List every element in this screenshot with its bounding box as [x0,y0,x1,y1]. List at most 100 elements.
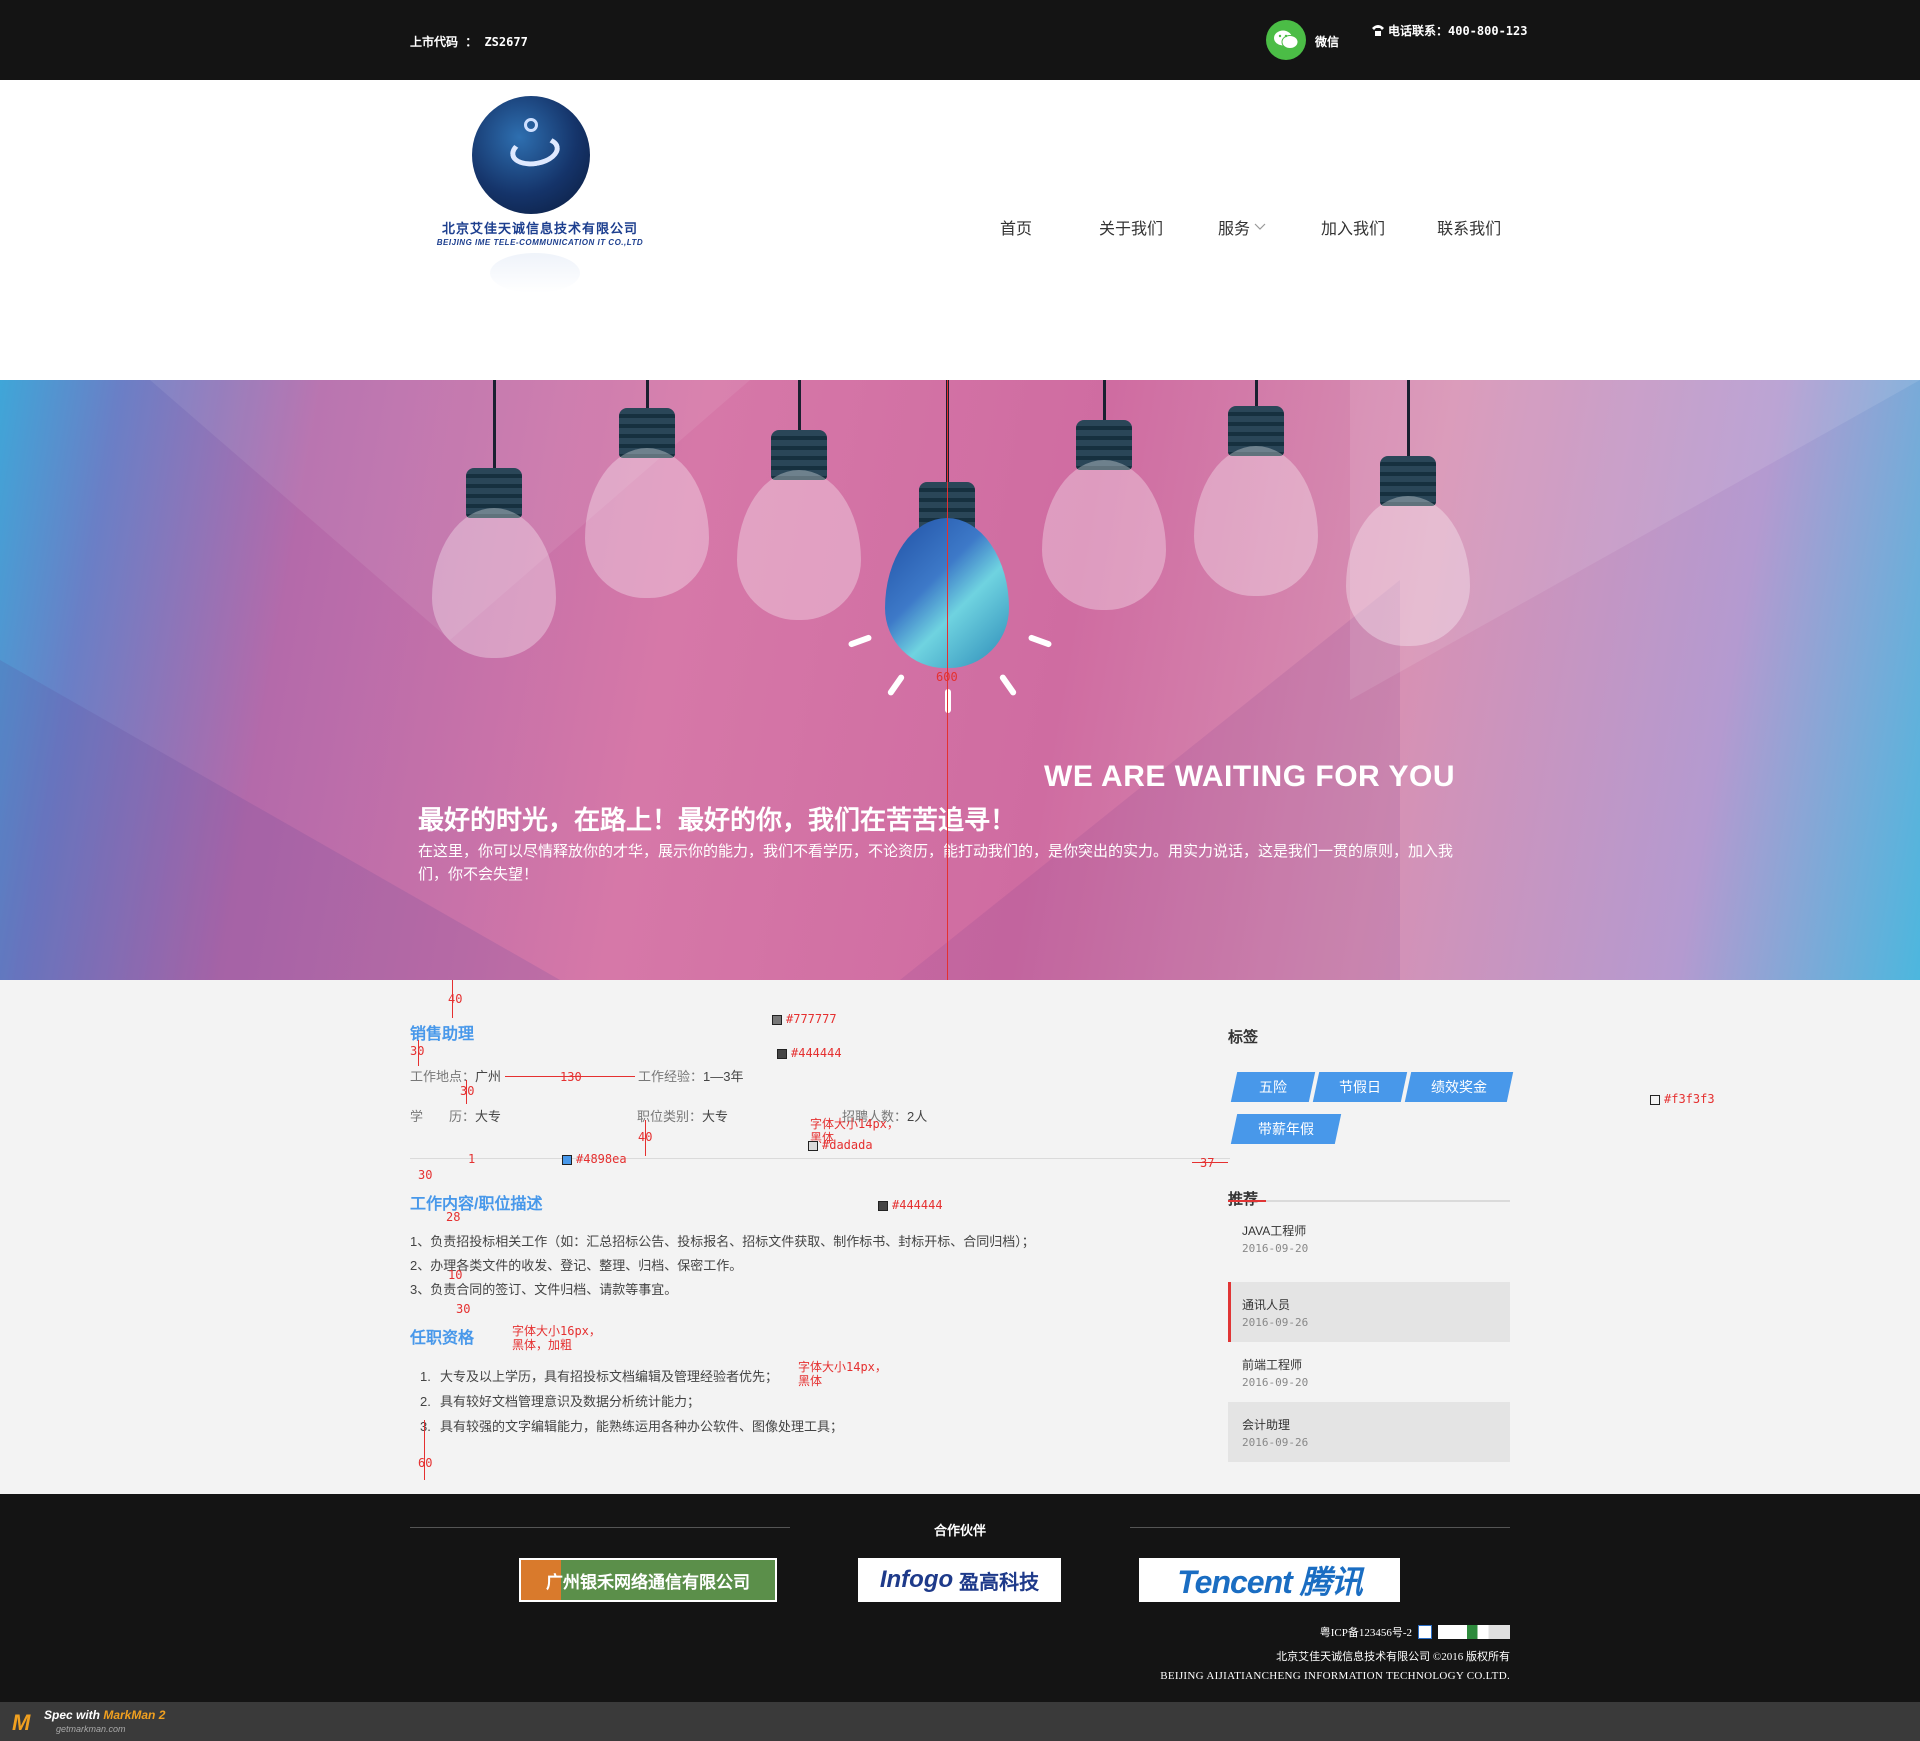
nav-about[interactable]: 关于我们 [1099,215,1163,239]
markman-bar: M Spec with MarkMan 2 getmarkman.com [0,1702,1920,1741]
bulb-icon [1042,380,1166,630]
nav-services[interactable]: 服务 [1218,215,1266,239]
partners-title: 合作伙伴 [933,1523,986,1538]
tag[interactable]: 绩效奖金 [1404,1072,1514,1102]
nav-contact[interactable]: 联系我们 [1437,215,1501,239]
partner-logo[interactable]: Tencent 腾讯 [1139,1558,1400,1602]
partner-logo[interactable]: 广州银禾网络通信有限公司 [519,1558,777,1602]
requirement-item: 3. 具有较强的文字编辑能力，能熟练运用各种办公软件、图像处理工具； [420,1419,844,1434]
tag[interactable]: 节假日 [1312,1072,1408,1102]
light-ray [945,689,951,713]
measure-label: 28 [446,1210,461,1224]
measure-label: 30 [410,1044,425,1058]
color-note: #777777 [772,1012,837,1026]
education-label: 学 历： [410,1109,476,1124]
recommend-item[interactable]: JAVA工程师 2016-09-20 [1228,1208,1510,1268]
duty-item: 2、办理各类文件的收发、登记、整理、归档、保密工作。 [410,1258,743,1273]
footer: 合作伙伴 广州银禾网络通信有限公司 Infogo 盈高科技 Tencent 腾讯 … [0,1494,1920,1702]
nav-services-label: 服务 [1218,221,1251,238]
wechat-label[interactable]: 微信 [1315,33,1339,50]
font-note: 字体大小16px， 黑体，加粗 [512,1324,601,1352]
light-ray [847,634,873,648]
requirement-item: 2. 具有较好文档管理意识及数据分析统计能力； [420,1394,701,1409]
banner-title: 最好的时光，在路上！最好的你，我们在苦苦追寻！ [418,805,1017,835]
color-note: #444444 [878,1198,943,1212]
section-divider [410,1158,1230,1159]
education-value: 大专 [475,1109,502,1124]
tag-label: 带薪年假 [1258,1121,1314,1137]
nav-join[interactable]: 加入我们 [1321,215,1385,239]
hero-banner: WE ARE WAITING FOR YOU 最好的时光，在路上！最好的你，我们… [0,380,1920,980]
bulb-icon [585,380,709,610]
bulb-icon [432,380,556,660]
header: 北京艾佳天诚信息技术有限公司 BEIJING IME TELE-COMMUNIC… [0,80,1920,380]
tag-label: 五险 [1259,1079,1287,1095]
nav-join-label: 加入我们 [1321,221,1386,238]
phone-text: 电话联系：400-800-123 [1388,24,1528,38]
job-experience-row: 工作经验：1—3年 [638,1066,743,1085]
phone-icon [1372,24,1384,36]
logo-globe [472,96,590,214]
nav-home-label: 首页 [1000,221,1033,238]
headcount-value: 2人 [907,1109,928,1124]
job-category-row: 职位类别：大专 [637,1106,728,1125]
requirements-title: 任职资格 [410,1330,475,1347]
color-note: #dadada [808,1138,873,1152]
nav-contact-label: 联系我们 [1437,221,1502,238]
measure-label: 40 [448,992,463,1006]
markman-url[interactable]: getmarkman.com [56,1724,126,1734]
recommend-item-title: 会计助理 [1242,1418,1291,1432]
requirement-item: 1. 大专及以上学历，具有招投标文档编辑及管理经验者优先； [420,1369,779,1384]
recommend-item-date: 2016-09-20 [1242,1376,1309,1389]
color-note: #f3f3f3 [1650,1092,1715,1106]
duties-list: 1、负责招投标相关工作（如：汇总招标公告、投标报名、招标文件获取、制作标书、封标… [410,1230,1035,1302]
job-desc-title: 工作内容/职位描述 [410,1196,543,1213]
recommend-item-date: 2016-09-20 [1242,1242,1309,1255]
recommend-item-title: 前端工程师 [1242,1358,1303,1372]
tag[interactable]: 五险 [1230,1072,1316,1102]
logo-name-cn: 北京艾佳天诚信息技术有限公司 [441,221,638,236]
partner-logo[interactable]: Infogo 盈高科技 [858,1558,1061,1602]
nav-home[interactable]: 首页 [1000,215,1032,239]
cnzz-icon[interactable] [1438,1625,1510,1639]
markman-logo-icon: M [12,1710,31,1735]
requirement-text: 大专及以上学历，具有招投标文档编辑及管理经验者优先； [440,1369,779,1384]
partner-name-cn: 盈高科技 [959,1571,1040,1594]
measure-label: 10 [448,1268,463,1282]
color-note: #4898ea [562,1152,627,1166]
requirement-text: 具有较好文档管理意识及数据分析统计能力； [440,1394,701,1409]
copyright: 北京艾佳天诚信息技术有限公司 ©2016 版权所有 [1276,1651,1510,1663]
job-title: 销售助理 [410,1026,475,1043]
job-content: 销售助理 工作地点：广州 工作经验：1—3年 学 历：大专 职位类别：大专 招聘… [0,980,1920,1494]
top-bar: 上市代码 ： ZS2677 微信 电话联系：400-800-123 [0,0,1920,80]
tag-label: 节假日 [1339,1079,1381,1095]
measure-label: 600 [936,670,958,684]
phone-contact: 电话联系：400-800-123 [1370,22,1527,39]
recommend-underline [1228,1200,1510,1202]
measure-label: 30 [460,1084,475,1098]
requirements-list: 1. 大专及以上学历，具有招投标文档编辑及管理经验者优先； 2. 具有较好文档管理意… [420,1364,843,1439]
company-en: BEIJING AIJIATIANCHENG INFORMATION TECHN… [1160,1670,1510,1682]
nav-about-label: 关于我们 [1099,221,1164,238]
recommend-item-date: 2016-09-26 [1242,1316,1309,1329]
experience-value: 1—3年 [703,1069,744,1084]
color-note: #444444 [777,1046,842,1060]
chevron-down-icon [1254,223,1266,230]
tag[interactable]: 带薪年假 [1230,1114,1342,1144]
partner-name: Tencent 腾讯 [1177,1564,1362,1600]
banner-description: 在这里，你可以尽情释放你的才华，展示你的能力，我们不看学历，不论资历，能打动我们… [418,843,1454,883]
logo-name-en: BEIJING IME TELE-COMMUNICATION IT CO.,LT… [436,238,644,247]
markman-title: Spec with MarkMan 2 [44,1708,166,1722]
banner-tagline: WE ARE WAITING FOR YOU [1044,760,1456,793]
wechat-icon[interactable] [1266,20,1306,60]
requirement-text: 具有较强的文字编辑能力，能熟练运用各种办公软件、图像处理工具； [440,1419,844,1434]
icp-text[interactable]: 粤ICP备123456号-2 [1320,1624,1412,1640]
company-logo[interactable]: 北京艾佳天诚信息技术有限公司 BEIJING IME TELE-COMMUNIC… [410,88,670,293]
measure-label: 37 [1200,1156,1215,1170]
recommend-item[interactable]: 通讯人员 2016-09-26 [1228,1282,1510,1342]
icp-row: 粤ICP备123456号-2 [1320,1624,1510,1640]
recommend-item[interactable]: 会计助理 2016-09-26 [1228,1402,1510,1462]
category-value: 大专 [702,1109,729,1124]
badge-icon[interactable] [1418,1625,1432,1639]
recommend-item[interactable]: 前端工程师 2016-09-20 [1228,1342,1510,1402]
